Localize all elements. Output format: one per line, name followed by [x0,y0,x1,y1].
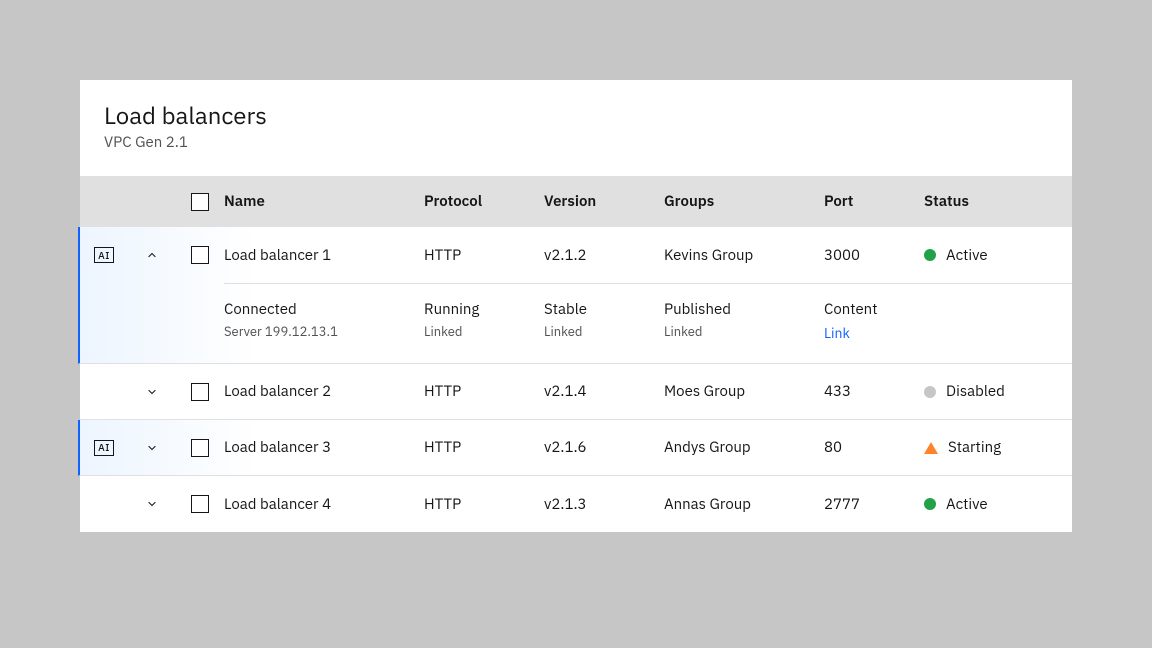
ai-badge-cell [80,376,128,408]
status-label: Active [946,495,988,514]
cell-version: v2.1.4 [544,366,664,417]
cell-port: 433 [824,366,924,417]
status-label: Starting [948,438,1001,457]
detail-published: Published Linked [664,300,824,343]
cell-port: 80 [824,422,924,473]
ai-badge-cell [80,488,128,520]
ai-badge-cell: AI [80,424,128,472]
cell-status: Disabled [924,366,1072,417]
detail-stable: Stable Linked [544,300,664,343]
load-balancers-table: Name Protocol Version Groups Port Status… [80,176,1072,532]
cell-name: Load balancer 2 [224,366,424,417]
ai-badge-icon: AI [94,440,114,456]
status-triangle-icon [924,442,938,454]
ai-badge-icon: AI [94,247,114,263]
chevron-down-icon[interactable] [145,441,159,455]
cell-groups: Moes Group [664,366,824,417]
cell-protocol: HTTP [424,366,544,417]
cell-status: Active [924,479,1072,530]
status-label: Disabled [946,382,1005,401]
ai-badge-cell: AI [80,231,128,279]
cell-name: Load balancer 3 [224,422,424,473]
cell-version: v2.1.3 [544,479,664,530]
status-dot-icon [924,249,936,261]
col-header-version[interactable]: Version [544,176,664,227]
chevron-down-icon[interactable] [145,385,159,399]
cell-port: 3000 [824,230,924,281]
detail-content: Content Link [824,300,924,343]
table-row[interactable]: AI Load balancer 1 HTTP v2.1.2 Kevins Gr… [78,227,1072,283]
status-label: Active [946,246,988,265]
table-row[interactable]: Load balancer 4 HTTP v2.1.3 Annas Group … [80,476,1072,532]
cell-status: Active [924,230,1072,281]
col-ai-badge [80,186,128,218]
detail-connected: Connected Server 199.12.13.1 [224,300,424,343]
detail-link[interactable]: Link [824,324,850,342]
status-dot-icon [924,386,936,398]
cell-protocol: HTTP [424,230,544,281]
cell-version: v2.1.2 [544,230,664,281]
detail-running: Running Linked [424,300,544,343]
cell-status: Starting [924,422,1072,473]
expanded-detail: Connected Server 199.12.13.1 Running Lin… [78,283,1072,364]
cell-protocol: HTTP [424,422,544,473]
cell-groups: Kevins Group [664,230,824,281]
panel-header: Load balancers VPC Gen 2.1 [80,80,1072,176]
table-row[interactable]: AI Load balancer 3 HTTP v2.1.6 Andys Gro… [78,420,1072,476]
row-checkbox[interactable] [191,246,209,264]
cell-groups: Andys Group [664,422,824,473]
cell-version: v2.1.6 [544,422,664,473]
chevron-up-icon[interactable] [145,248,159,262]
col-header-status[interactable]: Status [924,176,1072,227]
cell-name: Load balancer 1 [224,230,424,281]
col-expand [128,186,176,218]
select-all-checkbox[interactable] [191,193,209,211]
load-balancers-panel: Load balancers VPC Gen 2.1 Name Protocol… [80,80,1072,532]
row-checkbox[interactable] [191,439,209,457]
col-header-groups[interactable]: Groups [664,176,824,227]
page-subtitle: VPC Gen 2.1 [104,133,1048,152]
table-body: AI Load balancer 1 HTTP v2.1.2 Kevins Gr… [80,227,1072,532]
status-dot-icon [924,498,936,510]
col-header-protocol[interactable]: Protocol [424,176,544,227]
col-header-name[interactable]: Name [224,176,424,227]
table-row[interactable]: Load balancer 2 HTTP v2.1.4 Moes Group 4… [80,364,1072,420]
row-checkbox[interactable] [191,383,209,401]
chevron-down-icon[interactable] [145,497,159,511]
cell-protocol: HTTP [424,479,544,530]
cell-groups: Annas Group [664,479,824,530]
table-header: Name Protocol Version Groups Port Status [80,176,1072,227]
row-checkbox[interactable] [191,495,209,513]
page-title: Load balancers [104,100,1048,131]
cell-port: 2777 [824,479,924,530]
col-checkbox [176,177,224,227]
col-header-port[interactable]: Port [824,176,924,227]
cell-name: Load balancer 4 [224,479,424,530]
